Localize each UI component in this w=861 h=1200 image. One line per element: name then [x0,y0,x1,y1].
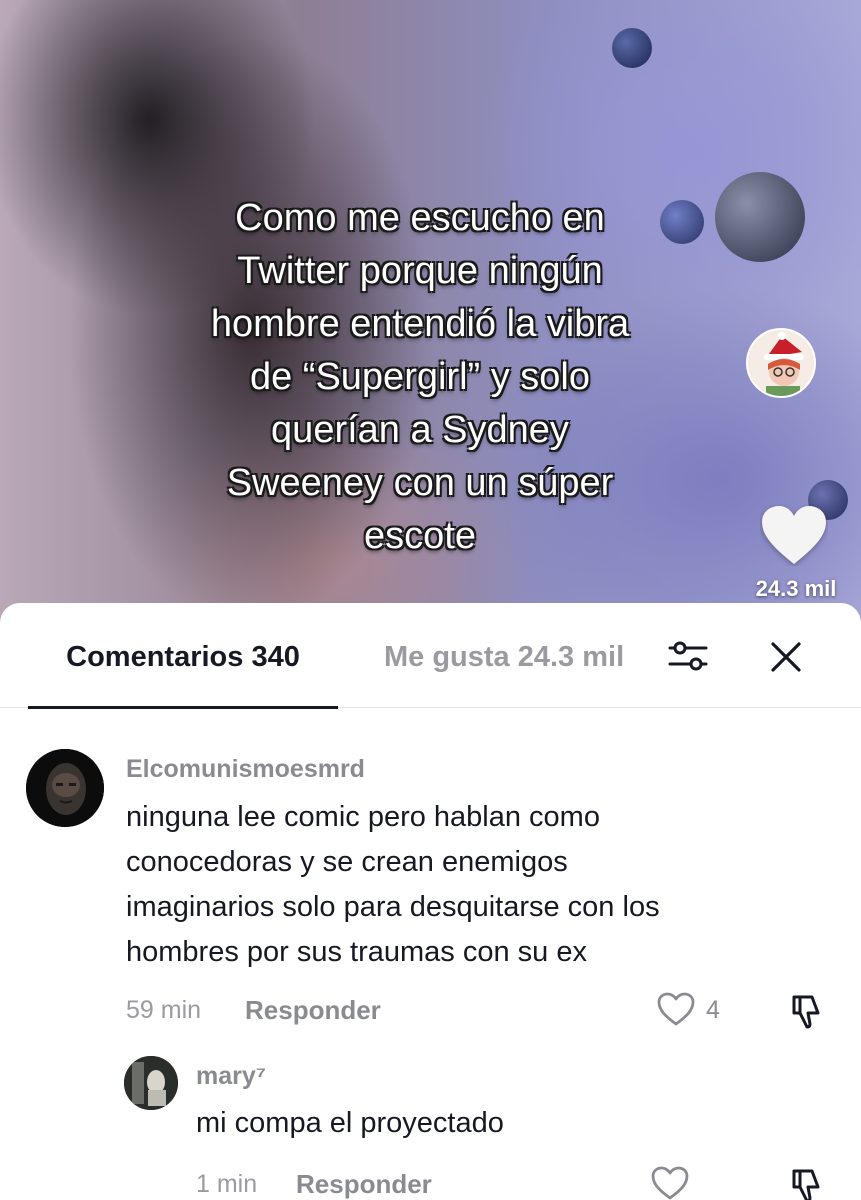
comments-tab-bar: Comentarios 340 Me gusta 24.3 mil [0,603,861,709]
avatar-image [124,1056,178,1110]
video-player[interactable]: Como me escucho en Twitter porque ningún… [0,0,861,640]
comments-sheet: Comentarios 340 Me gusta 24.3 mil Elcomu… [0,603,861,1200]
reply-button[interactable]: Responder [245,995,381,1026]
dislike-icon[interactable] [786,991,826,1031]
video-like-count: 24.3 mil [755,576,837,601]
comment-username[interactable]: mary⁷ [196,1062,266,1091]
tab-comments[interactable]: Comentarios 340 [28,641,338,709]
creator-avatar[interactable] [746,328,816,398]
filter-icon[interactable] [666,636,710,676]
reply-button[interactable]: Responder [296,1169,432,1200]
ornament-decoration [715,172,805,262]
dislike-icon[interactable] [786,1165,826,1200]
creator-avatar-image [748,330,814,396]
tab-likes-label: Me gusta 24.3 mil [384,641,625,673]
avatar-image [26,749,104,827]
comment-like-icon[interactable] [656,991,696,1027]
tab-likes[interactable]: Me gusta 24.3 mil [384,641,642,674]
comment-like-count: 4 [706,996,720,1024]
comment-text: mi compa el proyectado [196,1107,504,1139]
comment-timestamp: 59 min [126,996,202,1024]
comment-like-icon[interactable] [650,1165,690,1200]
close-icon[interactable] [768,639,804,675]
avatar[interactable] [124,1056,178,1110]
heart-icon[interactable] [760,504,828,566]
comment-username[interactable]: Elcomunismoesmrd [126,755,365,784]
video-caption-overlay: Como me escucho en Twitter porque ningún… [210,197,630,557]
tab-comments-label: Comentarios 340 [66,641,300,673]
avatar[interactable] [26,749,104,827]
ornament-decoration [612,28,652,68]
comment-text: ninguna lee comic pero hablan como conoc… [126,801,660,968]
comment-timestamp: 1 min [196,1170,258,1198]
active-tab-indicator [28,706,338,709]
